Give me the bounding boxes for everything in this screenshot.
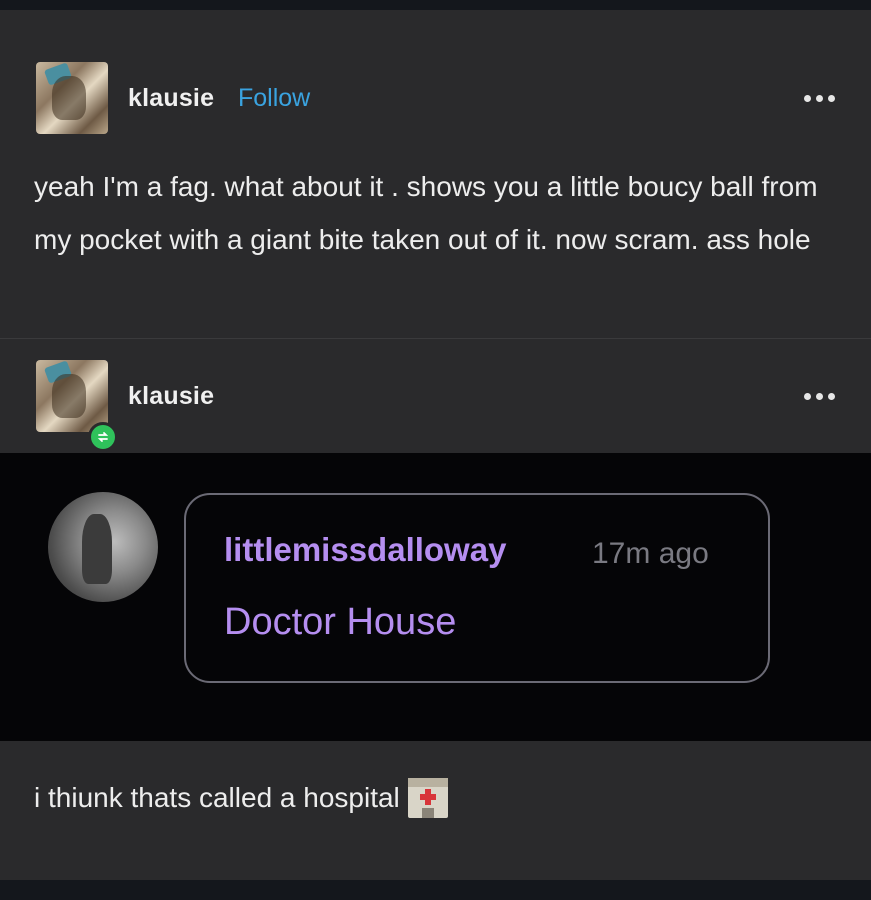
bottom-bar (0, 880, 871, 900)
more-options-icon[interactable] (804, 95, 835, 102)
divider (0, 338, 871, 339)
reblog-icon (88, 422, 118, 452)
chat-username: littlemissdalloway (224, 531, 507, 568)
follow-button[interactable]: Follow (238, 84, 310, 113)
reblog-body: i thiunk thats called a hospital (34, 782, 400, 813)
top-bar (0, 0, 871, 10)
post-author[interactable]: klausie (128, 84, 214, 113)
post-card: klausie Follow yeah I'm a fag. what abou… (0, 10, 871, 880)
post-body: yeah I'm a fag. what about it . shows yo… (34, 171, 818, 255)
reblog-more-options-icon[interactable] (804, 393, 835, 400)
reblog-author[interactable]: klausie (128, 382, 214, 411)
chat-bubble: littlemissdalloway 17m ago Doctor House (184, 493, 770, 683)
avatar[interactable] (36, 62, 108, 134)
chat-avatar (48, 492, 158, 602)
reblog-body-row: i thiunk thats called a hospital (34, 778, 448, 818)
hospital-icon (407, 778, 448, 818)
reblog-avatar[interactable] (36, 360, 108, 432)
chat-message: Doctor House (224, 601, 457, 643)
chat-timestamp: 17m ago (592, 537, 709, 570)
